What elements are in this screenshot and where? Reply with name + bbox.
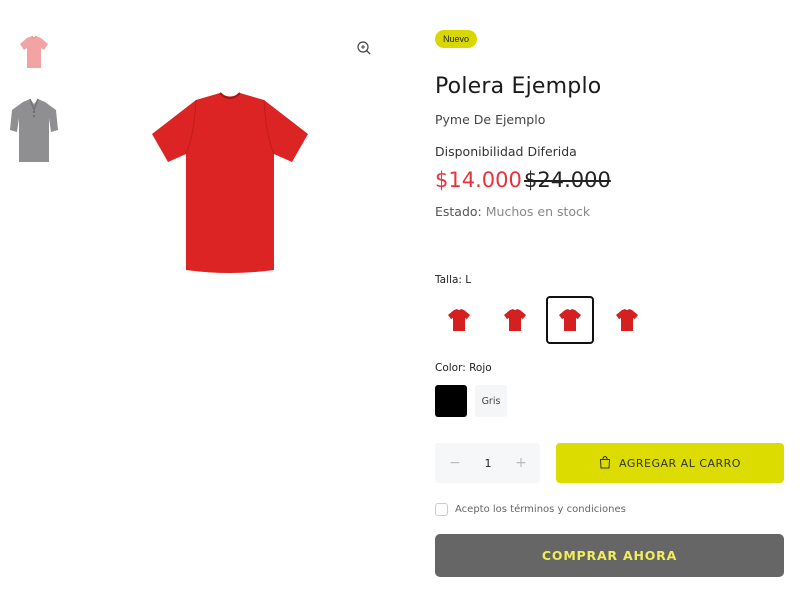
size-option-2[interactable] [491,296,539,344]
color-swatch-gris[interactable]: Gris [475,385,507,417]
availability-text: Disponibilidad Diferida [435,144,577,159]
terms-row: Acepto los términos y condiciones [435,502,626,516]
color-options: Gris [435,385,535,417]
size-label: Talla: L [435,274,472,286]
sale-price: $14.000 [435,168,522,192]
color-swatch-black[interactable] [435,385,467,417]
thumbnail-pink-tshirt[interactable] [8,30,60,76]
shopping-bag-icon [599,455,611,472]
product-title: Polera Ejemplo [435,74,602,99]
stock-value: Muchos en stock [485,204,591,219]
quantity-stepper: − + [435,443,540,483]
size-option-4[interactable] [603,296,651,344]
buy-now-button[interactable]: COMPRAR AHORA [435,534,784,577]
quantity-plus-button[interactable]: + [506,443,536,483]
new-badge: Nuevo [435,30,478,48]
size-option-1[interactable] [435,296,483,344]
add-to-cart-button[interactable]: AGREGAR AL CARRO [556,443,784,483]
add-to-cart-label: AGREGAR AL CARRO [619,456,741,470]
product-vendor[interactable]: Pyme De Ejemplo [435,112,545,127]
terms-label[interactable]: Acepto los términos y condiciones [455,504,626,515]
thumbnail-list [8,30,60,168]
color-label: Color: Rojo [435,362,492,374]
terms-checkbox[interactable] [435,502,448,516]
size-options [435,296,675,344]
compare-price: $24.000 [524,168,611,192]
quantity-input[interactable] [470,453,506,473]
stock-status: Estado: Muchos en stock [435,204,590,219]
thumbnail-gray-polo[interactable] [8,98,60,168]
main-product-image[interactable] [140,86,320,278]
stock-label: Estado: [435,204,482,219]
quantity-minus-button[interactable]: − [440,443,470,483]
size-option-l-selected[interactable] [546,296,594,344]
zoom-in-icon[interactable] [356,40,372,56]
